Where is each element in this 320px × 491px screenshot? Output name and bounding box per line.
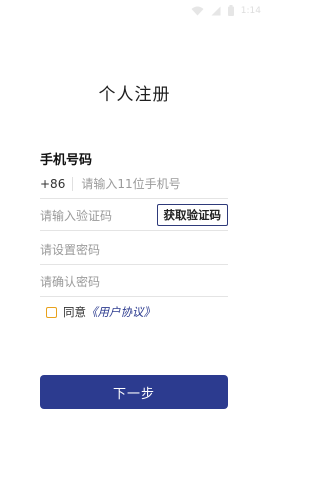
status-bar: 1:14: [0, 0, 269, 24]
battery-icon: [227, 5, 234, 16]
wifi-icon: [191, 6, 204, 16]
confirm-password-input[interactable]: [40, 275, 228, 289]
phone-field-row: +86: [40, 170, 228, 199]
code-field-row: 获取验证码: [40, 202, 228, 231]
phone-input[interactable]: [81, 177, 228, 191]
status-time: 1:14: [240, 5, 261, 16]
get-code-button[interactable]: 获取验证码: [156, 204, 228, 226]
next-step-button[interactable]: 下一步: [40, 375, 228, 409]
registration-screen: 1:14 个人注册 手机号码 +86 获取验证码 同意 《用户协议》 下一步: [0, 0, 269, 491]
user-agreement-link[interactable]: 《用户协议》: [86, 304, 155, 320]
status-icons: 1:14: [191, 5, 261, 16]
country-code: +86: [40, 177, 74, 191]
agreement-row: 同意 《用户协议》: [46, 304, 155, 320]
password-field-row: [40, 236, 228, 265]
signal-icon: [211, 6, 221, 16]
confirm-password-field-row: [40, 268, 228, 297]
password-input[interactable]: [40, 243, 228, 257]
agreement-text: 同意: [63, 305, 86, 319]
page-title: 个人注册: [98, 85, 171, 105]
phone-section-label: 手机号码: [40, 153, 93, 168]
agreement-checkbox[interactable]: [46, 306, 57, 318]
